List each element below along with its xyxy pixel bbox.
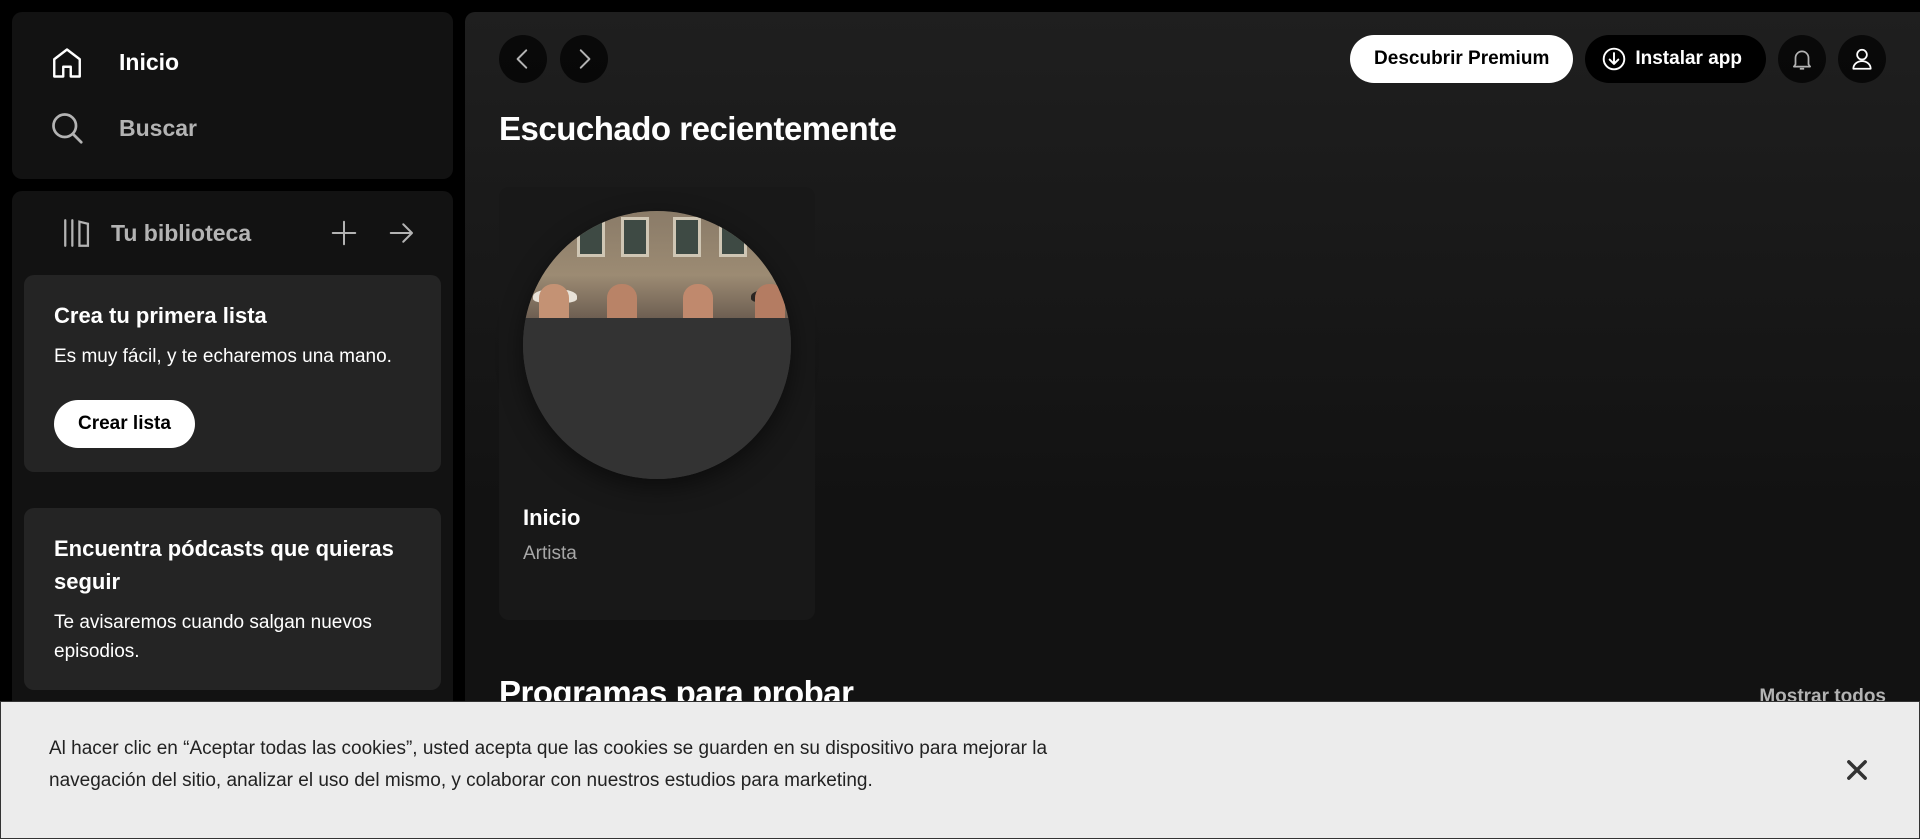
promo-text: Te avisaremos cuando salgan nuevos episo… (54, 612, 372, 662)
artist-image (523, 211, 791, 479)
promo-title: Encuentra pódcasts que quieras seguir (54, 536, 394, 594)
cookie-banner: Al hacer clic en “Aceptar todas las cook… (0, 701, 1920, 839)
close-icon[interactable] (1843, 756, 1871, 784)
forward-button[interactable] (560, 35, 608, 83)
recent-card[interactable]: Inicio Artista (499, 187, 815, 620)
user-button[interactable] (1838, 35, 1886, 83)
notifications-button[interactable] (1778, 35, 1826, 83)
sidebar-nav: Inicio Buscar (12, 12, 453, 179)
download-icon (1603, 47, 1626, 71)
top-bar-actions: Descubrir Premium Instalar app (1350, 35, 1886, 83)
create-playlist-button[interactable]: Crear lista (54, 400, 195, 448)
chevron-left-icon (516, 49, 528, 69)
install-app-button[interactable]: Instalar app (1585, 35, 1766, 83)
library-title: Tu biblioteca (111, 219, 252, 246)
nav-home-label: Inicio (119, 49, 180, 76)
library-actions (329, 218, 417, 248)
library-icon (64, 219, 90, 247)
artist-photo (523, 211, 791, 318)
search-icon (52, 113, 83, 144)
chevron-right-icon (579, 49, 591, 69)
promo-title: Crea tu primera lista (54, 303, 267, 328)
user-icon (1852, 48, 1872, 70)
arrow-right-icon[interactable] (387, 218, 417, 248)
home-icon (53, 48, 81, 78)
card-title: Inicio (523, 505, 581, 530)
promo-text: Es muy fácil, y te echaremos una mano. (54, 346, 392, 367)
install-app-label: Instalar app (1635, 48, 1742, 69)
back-button[interactable] (499, 35, 547, 83)
nav-search-label: Buscar (119, 114, 197, 141)
promo-find-podcasts: Encuentra pódcasts que quieras seguir Te… (24, 508, 441, 690)
nav-item-home[interactable]: Inicio (49, 45, 416, 81)
nav-item-search[interactable]: Buscar (49, 110, 416, 146)
plus-icon[interactable] (329, 218, 359, 248)
library-toggle[interactable]: Tu biblioteca (61, 216, 329, 250)
card-subtitle: Artista (523, 543, 577, 564)
top-bar: Descubrir Premium Instalar app (499, 35, 1886, 83)
bell-icon (1793, 50, 1811, 70)
recent-section-title: Escuchado recientemente (499, 110, 897, 147)
premium-button[interactable]: Descubrir Premium (1350, 35, 1574, 83)
promo-create-playlist: Crea tu primera lista Es muy fácil, y te… (24, 275, 441, 472)
library-header: Tu biblioteca (24, 191, 441, 275)
history-nav (499, 35, 608, 83)
cookie-text: Al hacer clic en “Aceptar todas las cook… (49, 738, 1048, 791)
